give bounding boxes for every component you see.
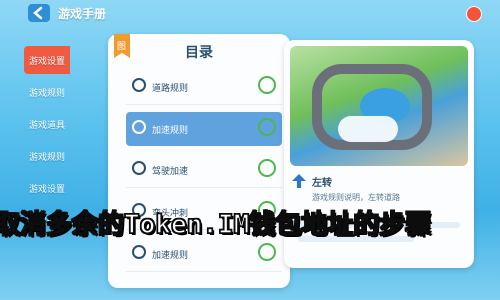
overlay-caption: 取消多余的Token.IM钱包地址的步骤 — [0, 209, 432, 241]
refresh-icon[interactable] — [258, 243, 276, 261]
refresh-icon[interactable] — [258, 118, 276, 136]
panel-title: 目录 — [185, 45, 213, 61]
notification-icon[interactable] — [466, 6, 482, 22]
menu-item[interactable]: 驾驶加速 — [126, 153, 282, 188]
back-icon[interactable] — [28, 4, 50, 22]
top-bar: 游戏手册 — [0, 0, 500, 26]
card-subtitle: 游戏规则说明，左转道路 — [312, 193, 400, 202]
sidebar-item-4[interactable]: 游戏规则 — [24, 142, 70, 170]
lock-icon — [132, 78, 146, 92]
menu-item-label: 加速规则 — [152, 126, 189, 136]
turn-arrow-icon — [292, 174, 306, 188]
sidebar-item-3[interactable]: 游戏道具 — [24, 110, 70, 138]
menu-list: 道路规则 加速规则 驾驶加速 弯头冲刺 加速规则 — [126, 70, 282, 279]
sidebar-item-2[interactable]: 游戏规则 — [24, 78, 70, 106]
refresh-icon[interactable] — [258, 159, 276, 177]
menu-item[interactable]: 加速规则 — [126, 237, 282, 272]
sidebar-item-5[interactable]: 游戏设置 — [24, 174, 70, 202]
track-preview-image — [290, 46, 468, 166]
menu-item-label: 驾驶加速 — [152, 167, 189, 177]
cloud-shape — [338, 116, 398, 142]
lock-icon — [132, 245, 146, 259]
menu-item-selected[interactable]: 加速规则 — [126, 112, 282, 146]
menu-item-label: 道路规则 — [152, 84, 189, 94]
lock-icon — [132, 120, 146, 134]
page-title: 游戏手册 — [58, 7, 107, 21]
menu-panel: 图 目录 道路规则 加速规则 驾驶加速 弯头冲刺 加速规则 — [108, 34, 290, 288]
lock-icon — [132, 161, 146, 175]
card-title: 左转 — [312, 178, 332, 189]
menu-item[interactable]: 道路规则 — [126, 70, 282, 105]
menu-item-label: 加速规则 — [152, 251, 189, 261]
sidebar-item-1[interactable]: 游戏设置 — [24, 46, 70, 74]
refresh-icon[interactable] — [258, 76, 276, 94]
